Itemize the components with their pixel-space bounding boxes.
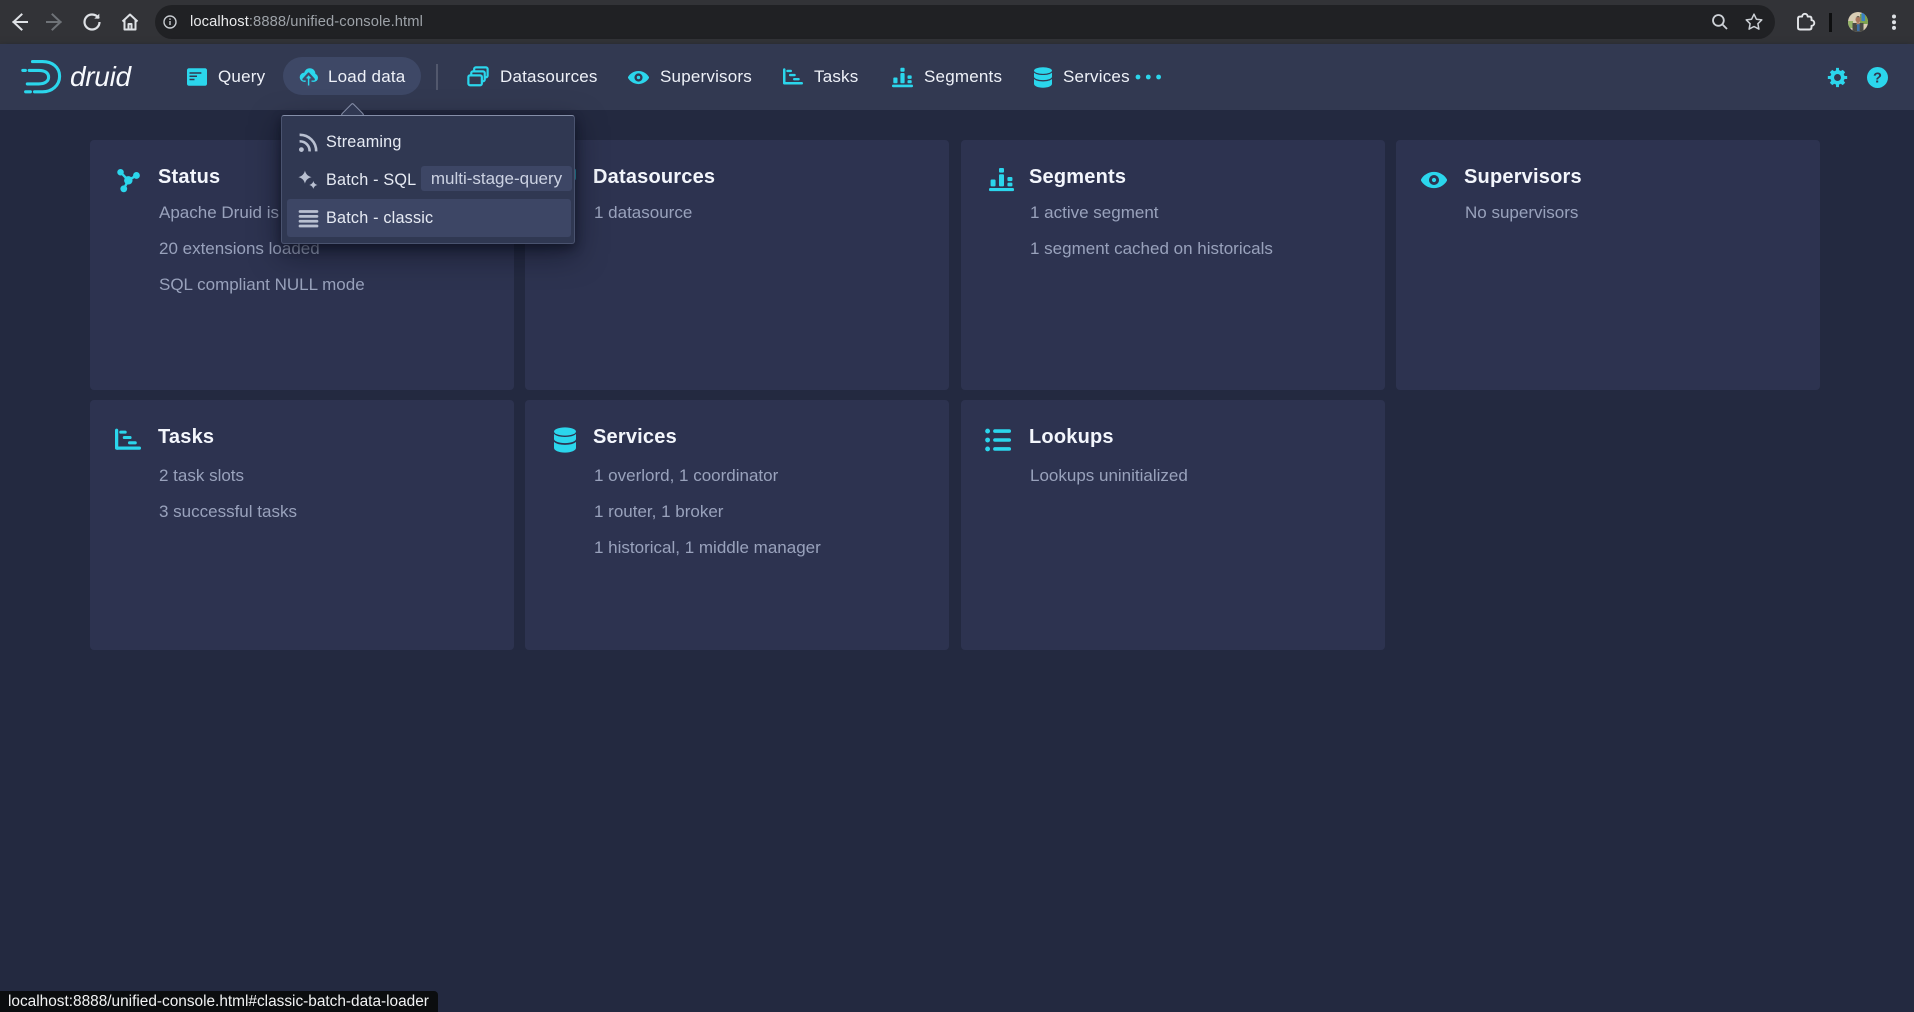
svg-text:?: ? bbox=[1873, 71, 1882, 87]
